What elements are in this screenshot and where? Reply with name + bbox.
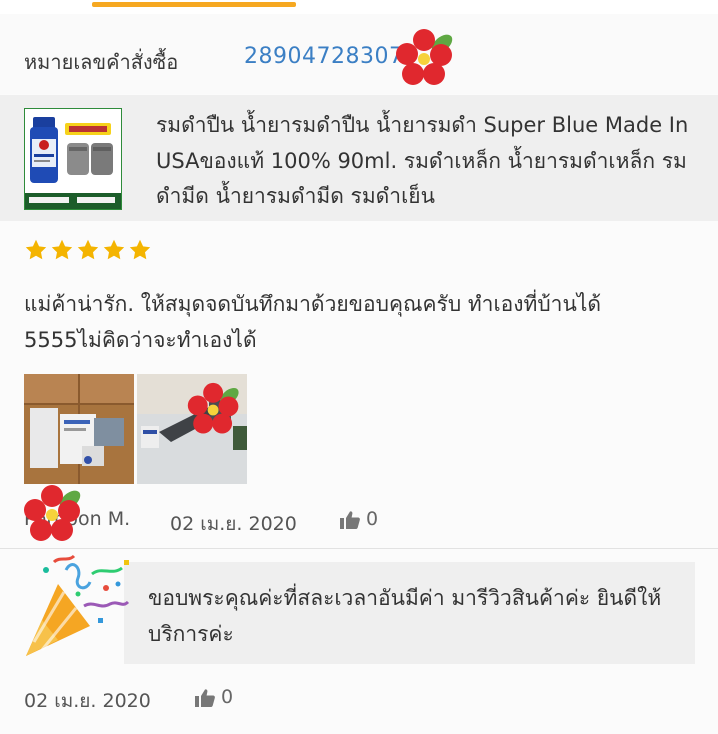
seller-reply-text: ขอบพระคุณค่ะที่สละเวลาอันมีค่า มารีวิวสิ… <box>148 586 662 646</box>
order-number-link[interactable]: 28904728307 <box>244 44 403 69</box>
star-icon <box>51 239 73 260</box>
review-meta: Pornpon M. 02 เม.ย. 2020 0 <box>24 504 424 536</box>
star-icon <box>129 239 151 260</box>
star-icon <box>103 239 125 260</box>
top-tab-bar <box>0 0 718 15</box>
star-icon <box>77 239 99 260</box>
flower-sticker-icon <box>396 29 453 85</box>
product-image <box>25 109 121 209</box>
party-popper-icon <box>26 554 130 656</box>
active-tab-indicator <box>92 2 296 7</box>
review-text: แม่ค้าน่ารัก. ให้สมุดจดบันทึกมาด้วยขอบคุ… <box>24 292 602 352</box>
product-thumbnail[interactable] <box>24 108 122 210</box>
seller-reply-like-count: 0 <box>221 686 234 708</box>
star-icon <box>25 239 47 260</box>
seller-reply-meta: 02 เม.ย. 2020 0 <box>24 684 324 714</box>
thumbs-up-icon[interactable] <box>339 510 361 530</box>
product-title[interactable]: รมดำปืน น้ำยารมดำปืน น้ำยารมดำ Super Blu… <box>156 108 696 215</box>
review-photo-image <box>24 374 134 484</box>
rating-stars <box>24 238 152 262</box>
flower-sticker-icon <box>24 485 81 541</box>
seller-reply-date: 02 เม.ย. 2020 <box>24 690 151 712</box>
order-number-label: หมายเลขคำสั่งซื้อ <box>24 50 179 74</box>
thumbs-up-icon[interactable] <box>194 688 216 708</box>
like-count: 0 <box>366 508 379 530</box>
review-photo[interactable] <box>24 374 134 484</box>
flower-sticker-icon <box>187 382 239 434</box>
review-date: 02 เม.ย. 2020 <box>170 513 297 535</box>
